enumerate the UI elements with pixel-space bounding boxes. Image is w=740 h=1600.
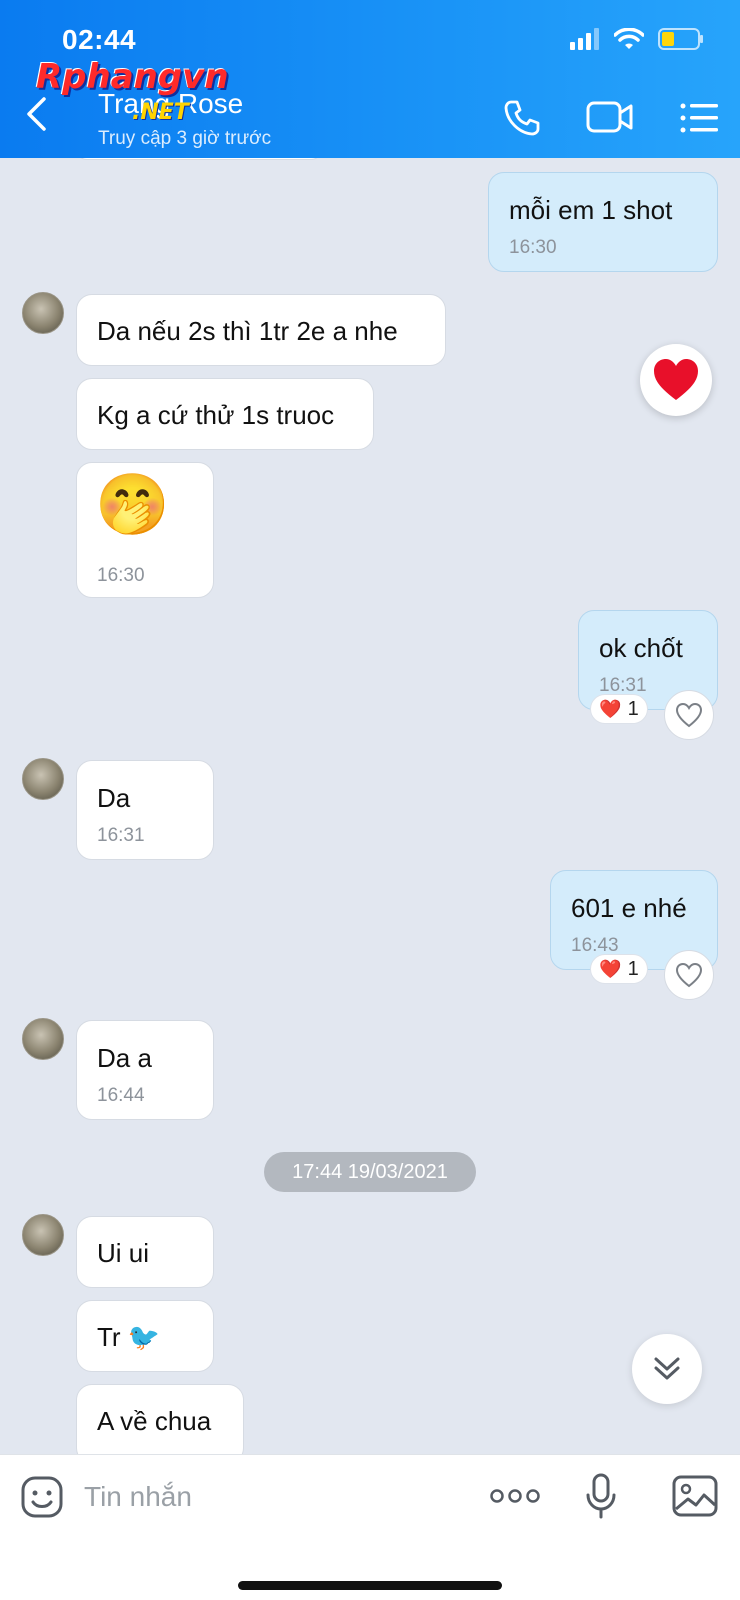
battery-icon [658,28,703,50]
date-separator: 17:44 19/03/2021 [264,1152,476,1192]
message-text: ok chốt [599,633,683,663]
home-indicator [238,1581,502,1590]
video-call-icon [586,101,633,133]
wifi-icon [614,28,644,49]
message-text: Ui ui [97,1238,150,1268]
message-bubble-outgoing[interactable]: mỗi em 1 shot 16:30 [488,172,718,272]
smiley-sticker-icon [21,1476,63,1518]
watermark-logo-sub: .NET [132,100,189,125]
react-button[interactable] [664,690,714,740]
message-text: Da a [97,1043,152,1073]
status-icons [570,28,704,50]
reaction-count: 1 [627,697,639,720]
menu-list-icon [680,103,718,133]
message-time: 16:44 [97,1085,145,1106]
message-time: 16:30 [509,237,557,258]
message-text: mỗi em 1 shot [509,195,673,225]
message-list[interactable]: mỗi em 1 shot 16:30 Da nếu 2s thì 1tr 2e… [0,158,740,1454]
phone-icon [504,100,540,136]
message-bubble-partial[interactable] [76,158,322,160]
reaction-count: 1 [627,957,639,980]
avatar[interactable] [22,292,64,334]
message-time: 16:31 [97,825,145,846]
video-call-button[interactable] [586,98,634,141]
microphone-icon [586,1473,616,1519]
avatar[interactable] [22,1214,64,1256]
scroll-to-bottom-button[interactable] [632,1334,702,1404]
message-bubble-incoming[interactable]: Kg a cứ thử 1s truoc [76,378,374,450]
heart-outline-icon [675,702,703,728]
heart-reaction-icon: ❤️ [599,698,622,719]
quick-heart-button[interactable] [640,344,712,416]
message-bubble-incoming[interactable]: Tr 🐦 [76,1300,214,1372]
message-bubble-incoming[interactable]: 🤭 16:30 [76,462,214,598]
reaction-summary[interactable]: ❤️ 1 [590,694,648,724]
photo-picker-button[interactable] [672,1475,718,1522]
more-dots-icon [490,1489,540,1503]
voice-record-button[interactable] [584,1473,618,1524]
message-text: Da nếu 2s thì 1tr 2e a nhe [97,316,398,346]
reaction-summary[interactable]: ❤️ 1 [590,954,648,984]
message-time: 16:30 [97,565,145,586]
avatar[interactable] [22,758,64,800]
sticker-button[interactable] [20,1475,64,1524]
back-button[interactable] [24,96,48,137]
signal-icon [570,28,599,50]
double-chevron-down-icon [654,1357,680,1380]
message-bubble-incoming[interactable]: Da nếu 2s thì 1tr 2e a nhe [76,294,446,366]
more-options-button[interactable] [490,1487,540,1510]
heart-icon [654,359,698,400]
message-input[interactable]: Tin nhắn [84,1481,192,1513]
watermark-logo: Rphangvn [36,57,229,97]
composer-bar: Tin nhắn [0,1454,740,1600]
heart-outline-icon [675,962,703,988]
message-bubble-incoming[interactable]: Da a 16:44 [76,1020,214,1120]
react-button[interactable] [664,950,714,1000]
options-menu-button[interactable] [680,102,720,139]
avatar[interactable] [22,1018,64,1060]
heart-reaction-icon: ❤️ [599,958,622,979]
status-time: 02:44 [62,24,137,55]
message-text: Da [97,783,131,813]
back-arrow-icon [27,97,46,131]
chat-header: 02:44 Trang Rose Truy cập 3 giờ trước Rp… [0,0,740,158]
message-text: 601 e nhé [571,893,687,923]
message-bubble-incoming[interactable]: Da 16:31 [76,760,214,860]
message-text: Kg a cứ thử 1s truoc [97,400,335,430]
voice-call-button[interactable] [502,98,542,143]
contact-last-seen: Truy cập 3 giờ trước [98,128,272,149]
image-gallery-icon [672,1475,718,1517]
message-bubble-incoming[interactable]: Ui ui [76,1216,214,1288]
message-text: A về chua [97,1406,212,1436]
emoji-sticker: 🤭 [95,471,170,538]
message-text: Tr 🐦 [97,1322,161,1352]
message-bubble-incoming[interactable]: A về chua [76,1384,244,1454]
